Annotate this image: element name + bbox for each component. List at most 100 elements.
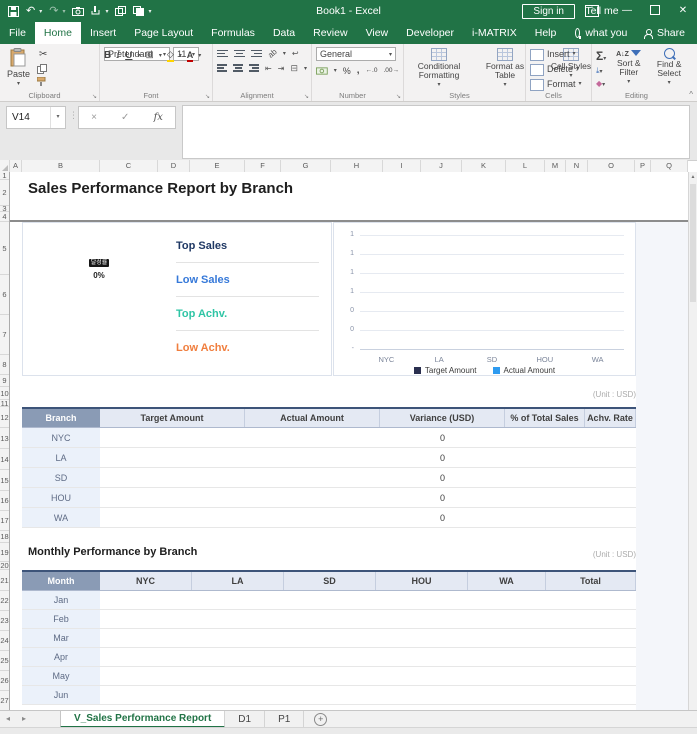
- table-cell[interactable]: [192, 648, 284, 666]
- table-cell[interactable]: [192, 667, 284, 685]
- font-dialog-launcher-icon[interactable]: ↘: [205, 93, 210, 100]
- table-cell[interactable]: [192, 591, 284, 609]
- accounting-format-icon[interactable]: [316, 67, 328, 75]
- table-cell[interactable]: [192, 686, 284, 704]
- table-cell[interactable]: [505, 508, 585, 527]
- undo-icon[interactable]: ↶: [26, 0, 35, 22]
- scroll-up-icon[interactable]: ▲: [689, 172, 697, 182]
- table-cell[interactable]: [100, 610, 192, 628]
- chart-panel[interactable]: 111100-NYCLASDHOUWATarget AmountActual A…: [333, 222, 636, 376]
- table-cell[interactable]: [376, 591, 468, 609]
- table-cell[interactable]: [245, 468, 380, 487]
- row-header-19[interactable]: 19: [0, 543, 9, 562]
- sheet-canvas[interactable]: Sales Performance Report by Branch 달성률 0…: [10, 172, 688, 710]
- row-header-25[interactable]: 25: [0, 651, 9, 671]
- table-cell[interactable]: [284, 686, 376, 704]
- table-row[interactable]: Jun: [22, 686, 636, 705]
- row-header-7[interactable]: 7: [0, 315, 9, 355]
- kpi-item-top-sales[interactable]: Top Sales: [176, 229, 319, 262]
- table-cell[interactable]: [192, 610, 284, 628]
- table-cell[interactable]: [505, 468, 585, 487]
- row-label-cell[interactable]: WA: [22, 508, 100, 527]
- fill-button[interactable]: ⤓▾: [596, 65, 606, 76]
- table-cell[interactable]: [585, 428, 636, 447]
- table-cell[interactable]: 0: [380, 468, 505, 487]
- redo-dropdown-icon[interactable]: ▾: [62, 8, 65, 15]
- table-cell[interactable]: [100, 667, 192, 685]
- table-cell[interactable]: [468, 686, 546, 704]
- paste-button[interactable]: Paste ▾: [4, 47, 33, 90]
- table-cell[interactable]: [546, 629, 636, 647]
- tab-page-layout[interactable]: Page Layout: [125, 22, 202, 44]
- underline-dropdown-icon[interactable]: ▾: [137, 52, 140, 59]
- find-select-button[interactable]: Find & Select ▾: [651, 47, 687, 90]
- row-label-cell[interactable]: Apr: [22, 648, 100, 666]
- font-color-icon[interactable]: A: [187, 50, 194, 62]
- tab-view[interactable]: View: [357, 22, 398, 44]
- table-row[interactable]: SD 0: [22, 468, 636, 488]
- column-header-G[interactable]: G: [281, 160, 331, 172]
- table-cell[interactable]: [192, 629, 284, 647]
- table-row[interactable]: Apr: [22, 648, 636, 667]
- scrollbar-thumb[interactable]: [690, 184, 696, 302]
- row-header-4[interactable]: 4: [0, 212, 9, 222]
- format-painter-icon[interactable]: [37, 77, 48, 86]
- save-icon[interactable]: [8, 6, 19, 17]
- name-box-dropdown-icon[interactable]: ▾: [50, 107, 65, 128]
- copy-cells-icon[interactable]: [115, 6, 126, 16]
- clear-button[interactable]: ◆▾: [596, 78, 606, 88]
- tab-insert[interactable]: Insert: [81, 22, 125, 44]
- table-cell[interactable]: [546, 610, 636, 628]
- align-left-icon[interactable]: [217, 63, 227, 74]
- column-header-P[interactable]: P: [635, 160, 651, 172]
- row-label-cell[interactable]: SD: [22, 468, 100, 487]
- column-header-H[interactable]: H: [331, 160, 383, 172]
- table-cell[interactable]: [284, 667, 376, 685]
- row-header-8[interactable]: 8: [0, 355, 9, 375]
- kpi-item-low-sales[interactable]: Low Sales: [176, 263, 319, 296]
- sign-in-button[interactable]: Sign in: [522, 4, 575, 19]
- increase-decimal-icon[interactable]: ←.0: [366, 67, 378, 74]
- touch-mode-dropdown-icon[interactable]: ▾: [105, 8, 108, 15]
- table-cell[interactable]: [245, 428, 380, 447]
- maximize-button[interactable]: [641, 0, 669, 22]
- tab-review[interactable]: Review: [304, 22, 356, 44]
- sheet-tab-active[interactable]: V_Sales Performance Report: [60, 711, 225, 728]
- alignment-dialog-launcher-icon[interactable]: ↘: [304, 93, 309, 100]
- orientation-dropdown-icon[interactable]: ▾: [283, 50, 286, 57]
- row-header-12[interactable]: 12: [0, 407, 9, 428]
- table-cell[interactable]: [468, 667, 546, 685]
- row-header-13[interactable]: 13: [0, 428, 9, 449]
- column-header-O[interactable]: O: [588, 160, 635, 172]
- row-label-cell[interactable]: Mar: [22, 629, 100, 647]
- camera-icon[interactable]: [72, 7, 84, 16]
- table-cell[interactable]: [284, 610, 376, 628]
- underline-button[interactable]: U: [125, 50, 132, 61]
- italic-button[interactable]: I: [116, 50, 120, 61]
- table-cell[interactable]: [376, 629, 468, 647]
- table-cell[interactable]: [546, 667, 636, 685]
- table-row[interactable]: Mar: [22, 629, 636, 648]
- comma-style-button[interactable]: ,: [357, 65, 360, 76]
- row-header-11[interactable]: 11: [0, 400, 9, 407]
- table-cell[interactable]: [100, 629, 192, 647]
- table-cell[interactable]: [100, 648, 192, 666]
- tell-me-box[interactable]: Tell me what you want to do: [565, 22, 644, 44]
- name-box[interactable]: V14 ▾: [6, 106, 66, 129]
- row-header-18[interactable]: 18: [0, 531, 9, 543]
- bold-button[interactable]: B: [104, 50, 111, 61]
- row-label-cell[interactable]: Jun: [22, 686, 100, 704]
- undo-dropdown-icon[interactable]: ▾: [39, 8, 42, 15]
- tab-file[interactable]: File: [0, 22, 35, 44]
- column-header-M[interactable]: M: [545, 160, 566, 172]
- table-cell[interactable]: [100, 468, 245, 487]
- table-cell[interactable]: [376, 610, 468, 628]
- table-cell[interactable]: [100, 591, 192, 609]
- table-row[interactable]: WA0: [22, 508, 636, 528]
- tab-home[interactable]: Home: [35, 22, 81, 44]
- row-header-15[interactable]: 15: [0, 470, 9, 491]
- autosum-button[interactable]: Σ▾: [596, 49, 606, 63]
- paste-dropdown-icon[interactable]: ▾: [17, 80, 20, 87]
- table-cell[interactable]: [100, 448, 245, 467]
- table-cell[interactable]: 0: [380, 488, 505, 507]
